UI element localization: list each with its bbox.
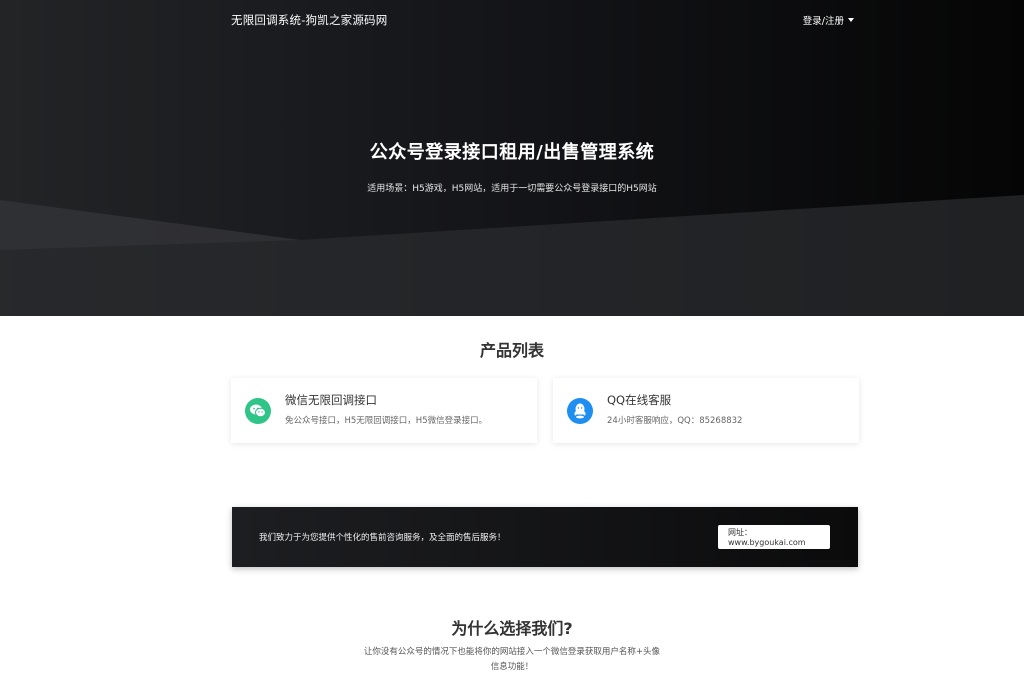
product-card-wechat[interactable]: 微信无限回调接口 免公众号接口，H5无限回调接口，H5微信登录接口。 bbox=[231, 378, 537, 443]
login-register-label: 登录/注册 bbox=[802, 16, 844, 27]
product-desc: 24小时客服响应，QQ：85268832 bbox=[607, 415, 743, 426]
website-button[interactable]: 网址：www.bygoukai.com bbox=[718, 525, 830, 549]
hero-title-bold1: 接口 bbox=[462, 142, 500, 163]
product-title: 微信无限回调接口 bbox=[285, 392, 377, 407]
product-desc: 免公众号接口，H5无限回调接口，H5微信登录接口。 bbox=[285, 415, 488, 426]
why-title: 为什么选择我们? bbox=[451, 619, 573, 638]
why-desc-line2: 信息功能！ bbox=[490, 662, 534, 672]
caret-down-icon bbox=[848, 18, 854, 22]
hero-title-part2: 租 bbox=[499, 142, 518, 163]
hero-subtitle: 适用场景：H5游戏，H5网站，适用于一切需要公众号登录接口的H5网站 bbox=[367, 184, 657, 194]
hero-title-part1: 公众号登录 bbox=[369, 142, 463, 163]
qq-icon bbox=[567, 397, 593, 424]
why-description: 让你没有公众号的情况下也能将你的网站接入一个微信登录获取用户名称+头像 信息功能… bbox=[0, 645, 1024, 675]
products-title: 产品列表 bbox=[479, 341, 544, 360]
site-brand[interactable]: 无限回调系统-狗凯之家源码网 bbox=[231, 12, 387, 28]
hero-title-part3: /出售管理系统 bbox=[536, 142, 655, 163]
top-nav: 无限回调系统-狗凯之家源码网 登录/注册 bbox=[231, 10, 854, 30]
product-title: QQ在线客服 bbox=[607, 392, 672, 407]
product-card-qq[interactable]: QQ在线客服 24小时客服响应，QQ：85268832 bbox=[553, 378, 859, 443]
product-card-wechat-text: 微信无限回调接口 免公众号接口，H5无限回调接口，H5微信登录接口。 bbox=[285, 392, 487, 426]
product-card-qq-text: QQ在线客服 24小时客服响应，QQ：85268832 bbox=[607, 392, 742, 426]
login-register-dropdown[interactable]: 登录/注册 bbox=[803, 13, 854, 27]
hero-title: 公众号登录接口租用/出售管理系统 bbox=[0, 138, 1024, 164]
why-desc-line1: 让你没有公众号的情况下也能将你的网站接入一个微信登录获取用户名称+头像 bbox=[363, 647, 661, 657]
hero-title-bold2: 用 bbox=[517, 142, 537, 163]
service-banner: 我们致力于为您提供个性化的售前咨询服务，及全面的售后服务！ 网址：www.byg… bbox=[232, 507, 858, 567]
wechat-icon bbox=[245, 397, 271, 424]
hero-section: 无限回调系统-狗凯之家源码网 登录/注册 公众号登录接口租用/出售管理系统 适用… bbox=[0, 0, 1024, 316]
banner-text: 我们致力于为您提供个性化的售前咨询服务，及全面的售后服务！ bbox=[259, 533, 506, 543]
